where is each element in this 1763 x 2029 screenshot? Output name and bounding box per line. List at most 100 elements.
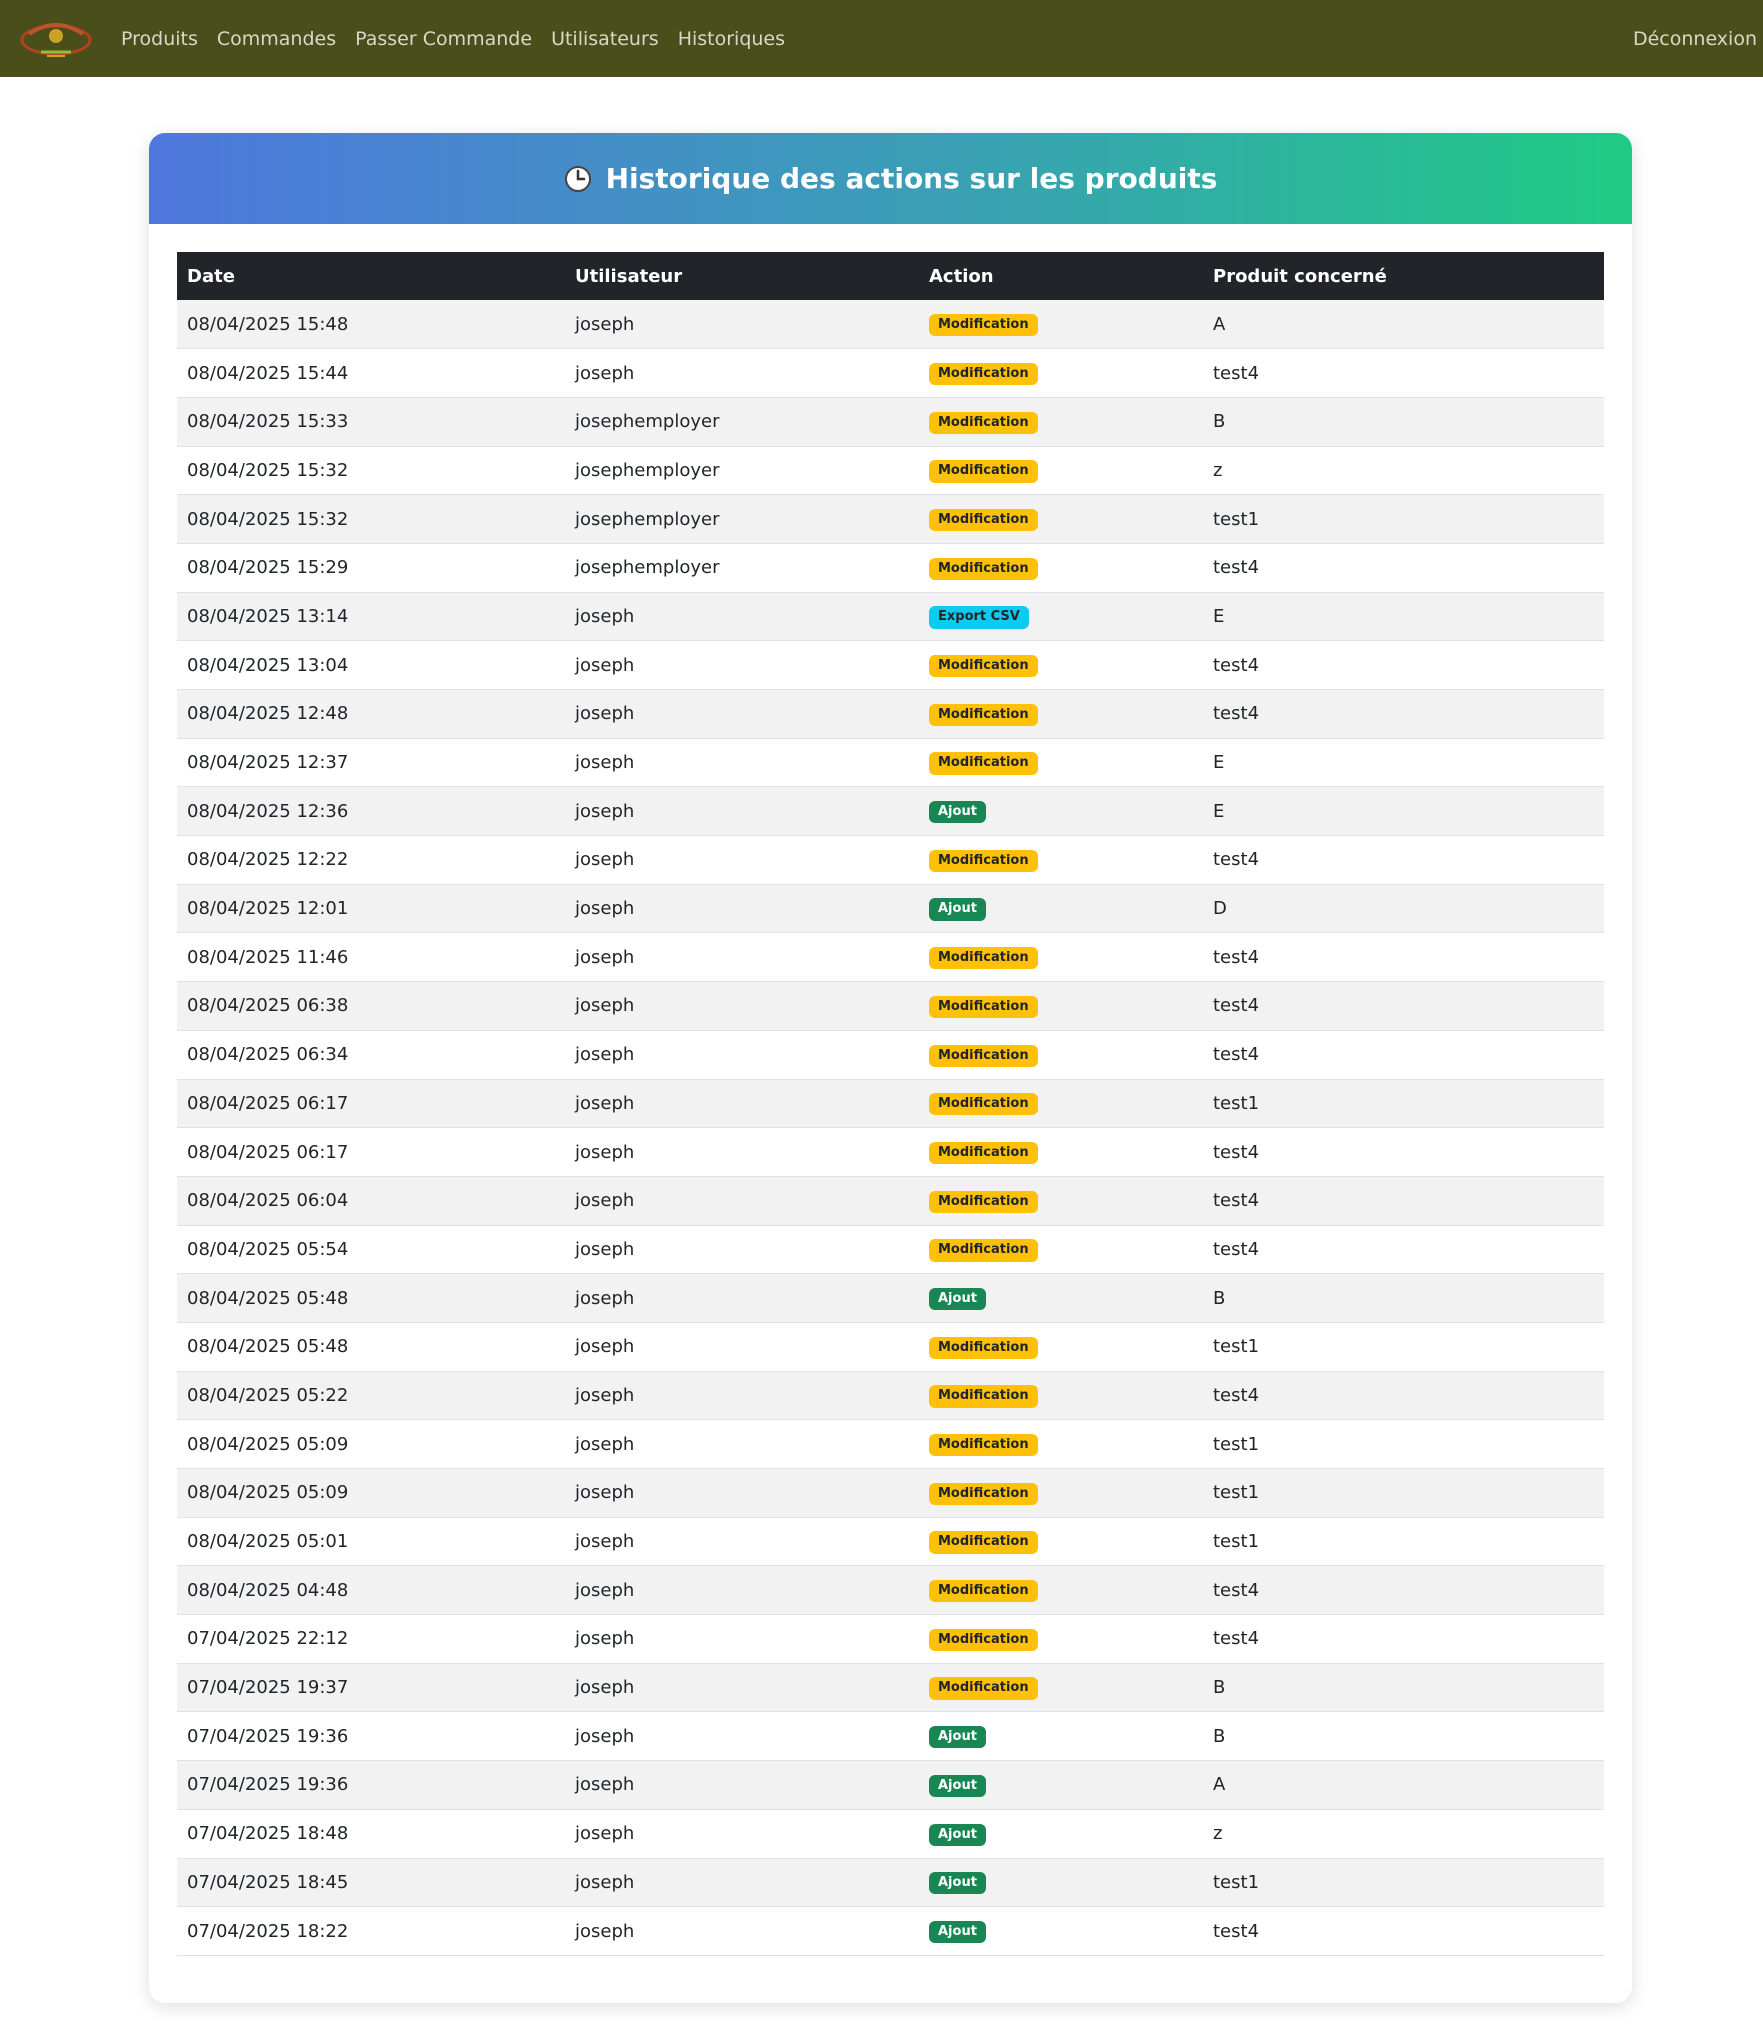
cell-product: z: [1203, 446, 1604, 496]
table-body: 08/04/2025 15:48 joseph Modification A 08/04…: [177, 300, 1604, 1956]
table-row: 08/04/2025 15:29 josephemployer Modificati…: [177, 543, 1604, 593]
cell-user: joseph: [565, 1468, 919, 1518]
cell-user: joseph: [565, 1663, 919, 1713]
action-badge: Ajout: [929, 898, 986, 921]
cell-user: joseph: [565, 1322, 919, 1372]
table-row: 08/04/2025 12:37 joseph Modification E: [177, 738, 1604, 788]
nav-link-utilisateurs[interactable]: Utilisateurs: [551, 28, 659, 50]
cell-action: Ajout: [919, 1858, 1203, 1908]
action-badge: Modification: [929, 849, 1038, 873]
cell-date: 08/04/2025 05:48: [177, 1322, 565, 1372]
cell-action: Modification: [919, 446, 1203, 496]
cell-date: 08/04/2025 15:32: [177, 494, 565, 544]
table-row: 07/04/2025 18:22 joseph Ajout test4: [177, 1906, 1604, 1956]
logout-link[interactable]: Déconnexion: [1633, 0, 1757, 77]
cell-product: B: [1203, 1663, 1604, 1713]
nav-link-historiques[interactable]: Historiques: [678, 28, 785, 50]
cell-product: E: [1203, 786, 1604, 837]
nav-link-commandes[interactable]: Commandes: [217, 28, 336, 50]
cell-date: 08/04/2025 11:46: [177, 932, 565, 983]
cell-date: 08/04/2025 06:38: [177, 981, 565, 1031]
cell-action: Modification: [919, 1127, 1203, 1177]
cell-user: joseph: [565, 1517, 919, 1567]
cell-action: Modification: [919, 1030, 1203, 1080]
cell-date: 07/04/2025 18:45: [177, 1858, 565, 1908]
table-header-row: Date Utilisateur Action Produit concerné: [177, 252, 1604, 300]
action-badge: Modification: [929, 752, 1038, 775]
cell-action: Ajout: [919, 1809, 1203, 1859]
history-table-wrap: Date Utilisateur Action Produit concerné…: [177, 252, 1604, 1956]
action-badge: Modification: [929, 655, 1038, 678]
nav-link-passer-commande[interactable]: Passer Commande: [355, 28, 532, 50]
cell-user: joseph: [565, 1176, 919, 1226]
cell-user: joseph: [565, 1030, 919, 1080]
cell-date: 08/04/2025 05:54: [177, 1225, 565, 1275]
table-row: 08/04/2025 15:44 joseph Modification test4: [177, 348, 1604, 398]
cell-user: josephemployer: [565, 543, 919, 593]
cell-user: joseph: [565, 1419, 919, 1469]
cell-product: test4: [1203, 1127, 1604, 1177]
header-product: Produit concerné: [1203, 252, 1604, 300]
cell-product: A: [1203, 300, 1604, 350]
table-row: 07/04/2025 19:36 joseph Ajout B: [177, 1711, 1604, 1762]
cell-product: B: [1203, 1711, 1604, 1762]
table-row: 08/04/2025 05:09 joseph Modification test1: [177, 1468, 1604, 1518]
cell-action: Modification: [919, 1079, 1203, 1129]
action-badge: Modification: [929, 1141, 1038, 1165]
cell-user: josephemployer: [565, 397, 919, 447]
cell-user: joseph: [565, 1273, 919, 1323]
header-date: Date: [177, 252, 565, 300]
cell-date: 08/04/2025 15:44: [177, 348, 565, 398]
table-row: 08/04/2025 12:48 joseph Modification test4: [177, 689, 1604, 739]
cell-product: test1: [1203, 1858, 1604, 1908]
cell-user: joseph: [565, 1906, 919, 1956]
table-row: 08/04/2025 06:34 joseph Modification test4: [177, 1030, 1604, 1080]
brand-logo[interactable]: [17, 14, 95, 62]
page-title: Historique des actions sur les produits: [605, 162, 1218, 195]
cell-user: joseph: [565, 835, 919, 885]
table-row: 08/04/2025 06:17 joseph Modification test1: [177, 1079, 1604, 1129]
action-badge: Modification: [929, 1093, 1038, 1116]
action-badge: Modification: [929, 362, 1038, 386]
action-badge: Modification: [929, 1580, 1038, 1603]
action-badge: Ajout: [929, 801, 986, 824]
action-badge: Modification: [929, 557, 1038, 580]
cell-product: test1: [1203, 1468, 1604, 1518]
table-row: 08/04/2025 05:09 joseph Modification test1: [177, 1419, 1604, 1469]
nav-link-produits[interactable]: Produits: [121, 28, 198, 50]
cell-user: joseph: [565, 1711, 919, 1762]
cell-user: joseph: [565, 348, 919, 398]
cell-date: 08/04/2025 12:48: [177, 689, 565, 739]
cell-date: 08/04/2025 06:17: [177, 1079, 565, 1129]
cell-product: test1: [1203, 1322, 1604, 1372]
table-row: 07/04/2025 22:12 joseph Modification test4: [177, 1614, 1604, 1664]
action-badge: Modification: [929, 1482, 1038, 1505]
cell-product: test4: [1203, 835, 1604, 885]
table-row: 08/04/2025 05:22 joseph Modification test4: [177, 1371, 1604, 1421]
cell-action: Modification: [919, 640, 1203, 690]
cell-action: Modification: [919, 1176, 1203, 1226]
cell-product: test1: [1203, 1419, 1604, 1469]
cell-product: test4: [1203, 1030, 1604, 1080]
cell-user: joseph: [565, 786, 919, 837]
cell-date: 08/04/2025 05:09: [177, 1468, 565, 1518]
cell-product: test4: [1203, 1225, 1604, 1275]
table-row: 08/04/2025 13:04 joseph Modification test4: [177, 640, 1604, 690]
action-badge: Ajout: [929, 1823, 986, 1846]
cell-date: 07/04/2025 22:12: [177, 1614, 565, 1664]
cell-product: A: [1203, 1760, 1604, 1810]
cell-date: 07/04/2025 19:36: [177, 1711, 565, 1762]
cell-action: Modification: [919, 1419, 1203, 1469]
cell-action: Modification: [919, 543, 1203, 593]
card-header: Historique des actions sur les produits: [149, 133, 1632, 224]
action-badge: Modification: [929, 1434, 1038, 1457]
cell-user: joseph: [565, 1858, 919, 1908]
action-badge: Modification: [929, 1531, 1038, 1554]
cell-user: joseph: [565, 1614, 919, 1664]
cell-product: test4: [1203, 981, 1604, 1031]
action-badge: Modification: [929, 313, 1038, 337]
history-table: Date Utilisateur Action Produit concerné…: [177, 252, 1604, 1956]
cell-product: z: [1203, 1809, 1604, 1859]
cell-action: Modification: [919, 835, 1203, 885]
cell-action: Modification: [919, 1468, 1203, 1518]
